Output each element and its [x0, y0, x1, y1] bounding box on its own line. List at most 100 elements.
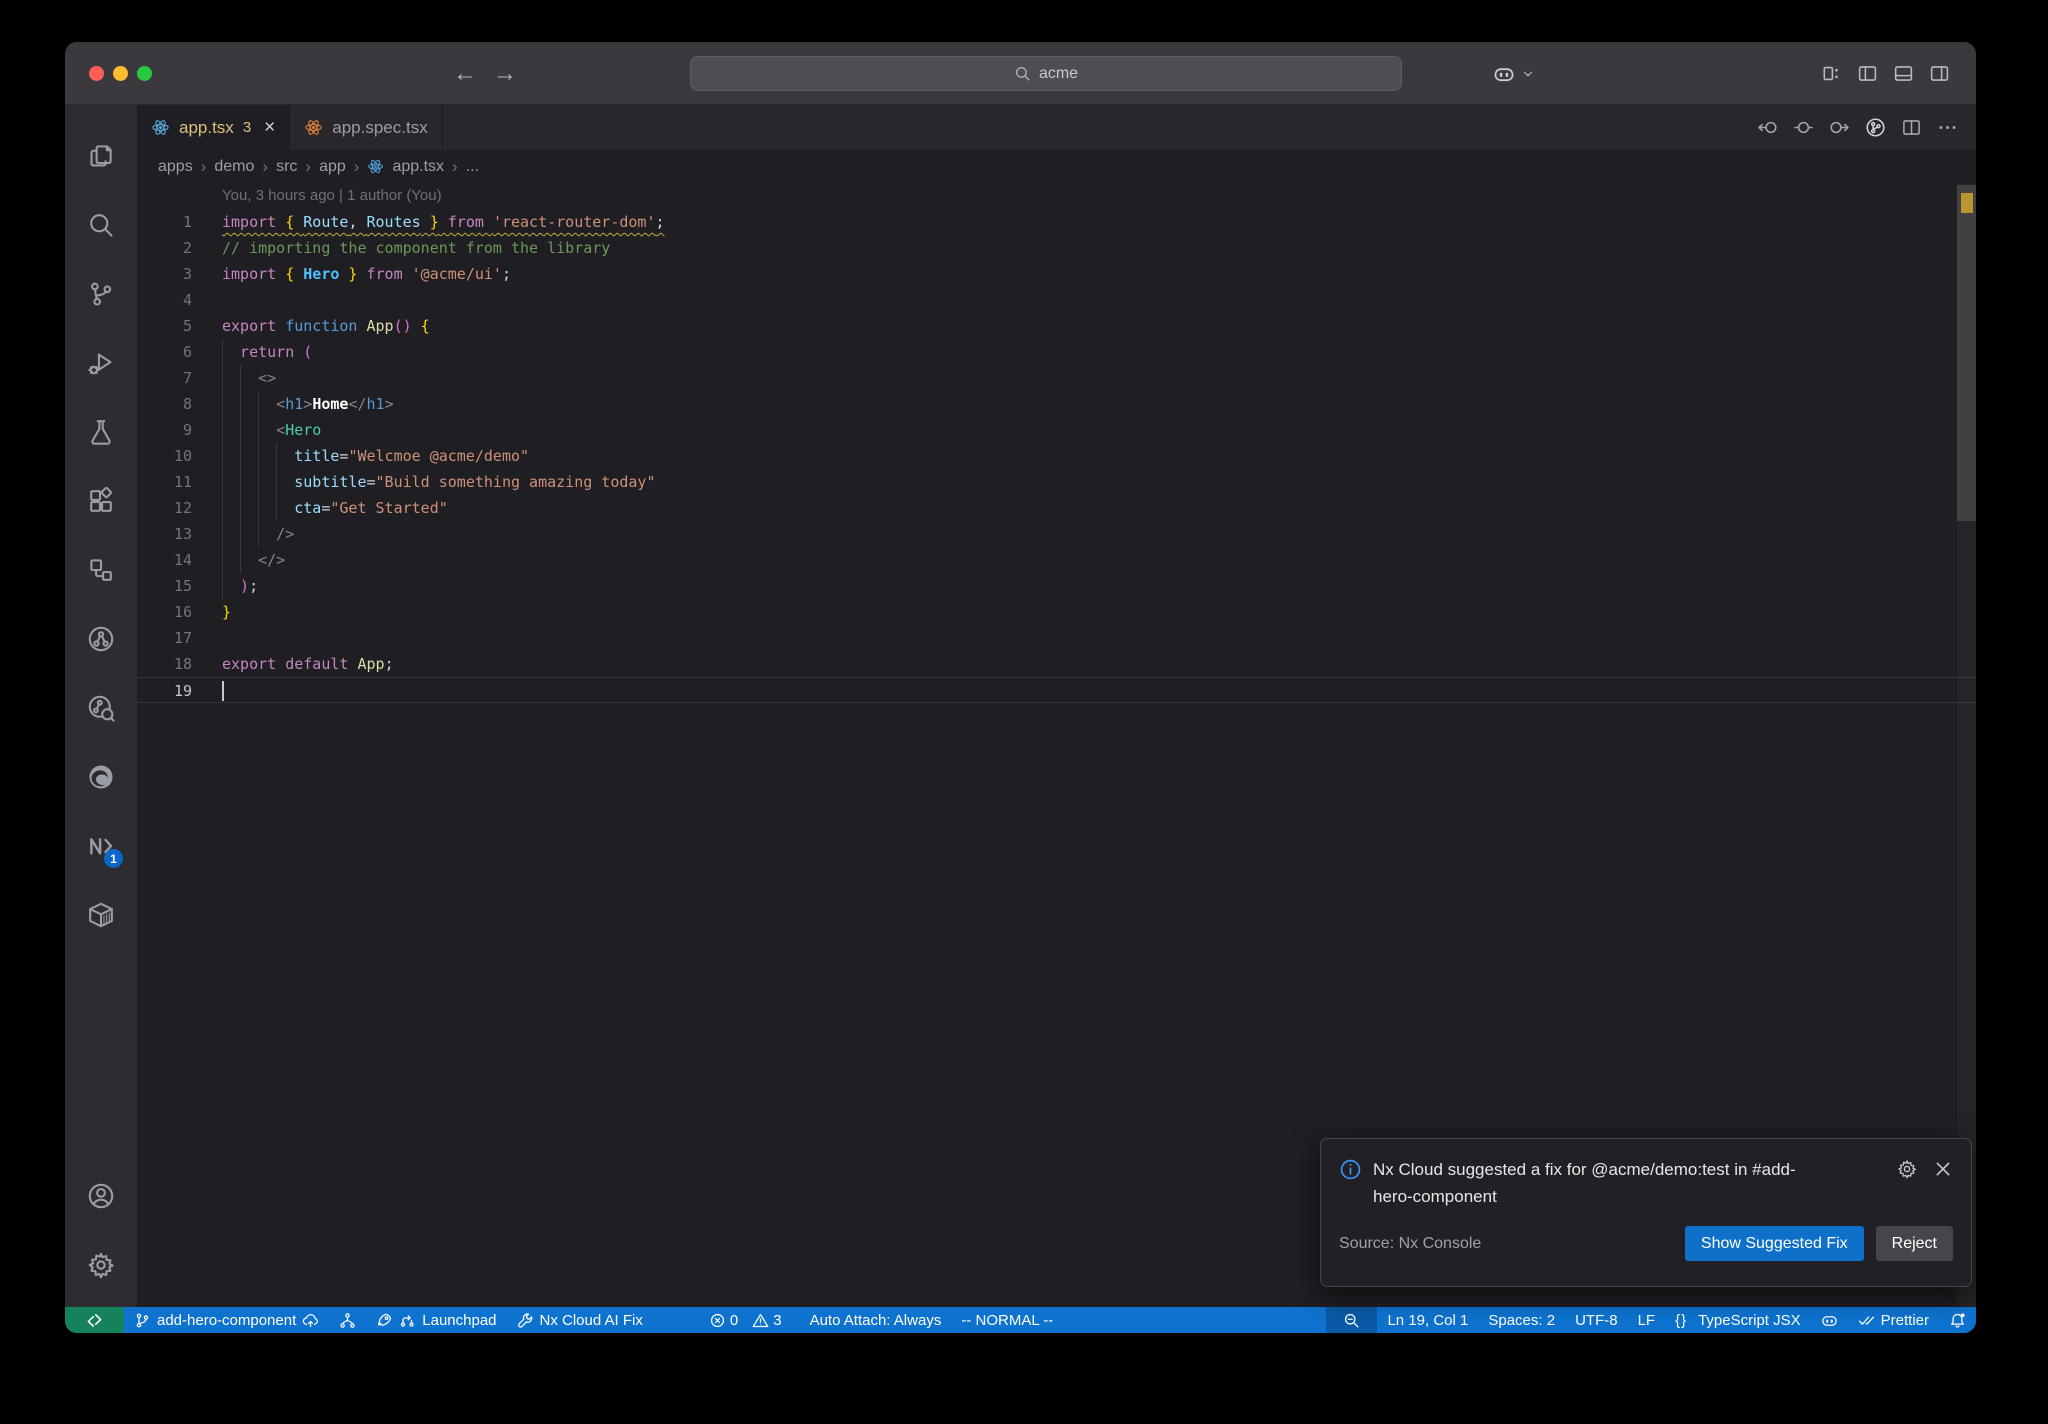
- code-line[interactable]: 9 <Hero: [137, 417, 1976, 443]
- code-line[interactable]: 3 import { Hero } from '@acme/ui';: [137, 261, 1976, 287]
- status-item-eol[interactable]: LF: [1628, 1307, 1666, 1333]
- line-number[interactable]: 1: [137, 209, 222, 235]
- line-number[interactable]: 3: [137, 261, 222, 287]
- line-number[interactable]: 19: [137, 678, 222, 702]
- tab-app-spec-tsx[interactable]: app.spec.tsx: [290, 105, 443, 150]
- status-item-cursor-position[interactable]: Ln 19, Col 1: [1377, 1307, 1478, 1333]
- more-actions-icon[interactable]: [1937, 117, 1958, 138]
- activity-bar-item-testing[interactable]: [77, 397, 125, 466]
- status-item-problems[interactable]: 03: [699, 1307, 800, 1333]
- breadcrumb-file[interactable]: app.tsx: [392, 158, 444, 176]
- line-number[interactable]: 17: [137, 625, 222, 651]
- code-line-content[interactable]: <>: [222, 365, 1976, 391]
- code-line[interactable]: 16}: [137, 599, 1976, 625]
- code-line-content[interactable]: [222, 287, 1976, 313]
- reject-button[interactable]: Reject: [1875, 1226, 1953, 1262]
- code-line[interactable]: 13 />: [137, 521, 1976, 547]
- nav-forward-icon[interactable]: [1829, 117, 1850, 138]
- line-number[interactable]: 7: [137, 365, 222, 391]
- breadcrumb-item[interactable]: apps: [158, 158, 193, 176]
- zoom-window-button[interactable]: [137, 66, 152, 81]
- code-line-content[interactable]: }: [222, 599, 1976, 625]
- status-item-copilot-status[interactable]: [1811, 1307, 1848, 1333]
- code-line-content[interactable]: // importing the component from the libr…: [222, 235, 1976, 261]
- line-number[interactable]: 14: [137, 547, 222, 573]
- status-item-nx-cloud-ai-fix[interactable]: Nx Cloud AI Fix: [507, 1307, 653, 1333]
- code-line-content[interactable]: export default App;: [222, 651, 1976, 677]
- activity-bar-item-explorer[interactable]: [77, 121, 125, 190]
- activity-bar-item-project-graph[interactable]: [77, 604, 125, 673]
- activity-bar-item-account[interactable]: [77, 1161, 125, 1230]
- code-line[interactable]: 1 import { Route, Routes } from 'react-ro…: [137, 209, 1976, 235]
- code-line[interactable]: 15 );: [137, 573, 1976, 599]
- status-item-formatter[interactable]: Prettier: [1848, 1307, 1939, 1333]
- status-item-language-mode[interactable]: {} TypeScript JSX: [1665, 1307, 1811, 1333]
- line-number[interactable]: 6: [137, 339, 222, 365]
- code-line-content[interactable]: export function App() {: [222, 313, 1976, 339]
- tab-app-tsx[interactable]: app.tsx 3 ×: [137, 105, 291, 150]
- line-number[interactable]: 11: [137, 469, 222, 495]
- minimize-window-button[interactable]: [113, 66, 128, 81]
- activity-bar-item-run-debug[interactable]: [77, 328, 125, 397]
- code-line-content[interactable]: cta="Get Started": [222, 495, 1976, 521]
- toggle-sidebar-icon[interactable]: [1857, 63, 1878, 84]
- history-back-button[interactable]: ←: [453, 60, 477, 88]
- status-item-commit-graph[interactable]: [329, 1307, 366, 1333]
- code-line-content[interactable]: import { Hero } from '@acme/ui';: [222, 261, 1976, 287]
- code-line[interactable]: 5 export function App() {: [137, 313, 1976, 339]
- code-line[interactable]: 19: [137, 677, 1976, 703]
- activity-bar-item-references[interactable]: [77, 535, 125, 604]
- run-circle-icon[interactable]: [1865, 117, 1886, 138]
- code-line-content[interactable]: </>: [222, 547, 1976, 573]
- code-line[interactable]: 17: [137, 625, 1976, 651]
- breadcrumb-item[interactable]: src: [276, 158, 297, 176]
- code-line-content[interactable]: [222, 678, 1976, 702]
- status-item-git-branch[interactable]: add-hero-component: [124, 1307, 329, 1333]
- nav-current-icon[interactable]: [1793, 117, 1814, 138]
- code-line[interactable]: 18 export default App;: [137, 651, 1976, 677]
- code-line[interactable]: 7 <>: [137, 365, 1976, 391]
- code-line-content[interactable]: subtitle="Build something amazing today": [222, 469, 1976, 495]
- line-number[interactable]: 16: [137, 599, 222, 625]
- status-item-auto-attach[interactable]: Auto Attach: Always: [800, 1307, 952, 1333]
- scrollbar-slider[interactable]: [1957, 185, 1976, 521]
- code-line-content[interactable]: <Hero: [222, 417, 1976, 443]
- breadcrumb-symbol-tail[interactable]: ...: [466, 158, 479, 176]
- activity-bar-item-edge-browser[interactable]: [77, 742, 125, 811]
- show-suggested-fix-button[interactable]: Show Suggested Fix: [1684, 1226, 1864, 1262]
- line-number[interactable]: 8: [137, 391, 222, 417]
- history-forward-button[interactable]: →: [493, 60, 517, 88]
- customize-layout-icon[interactable]: [1821, 63, 1842, 84]
- toggle-secondary-sidebar-icon[interactable]: [1929, 63, 1950, 84]
- breadcrumb-item[interactable]: app: [319, 158, 346, 176]
- code-line[interactable]: 11 subtitle="Build something amazing tod…: [137, 469, 1976, 495]
- activity-bar-item-search[interactable]: [77, 190, 125, 259]
- line-number[interactable]: 5: [137, 313, 222, 339]
- line-number[interactable]: 15: [137, 573, 222, 599]
- code-line-content[interactable]: <h1>Home</h1>: [222, 391, 1976, 417]
- status-item-zoom-level[interactable]: [1326, 1307, 1378, 1333]
- status-item-vim-mode[interactable]: -- NORMAL --: [951, 1307, 1063, 1333]
- line-number[interactable]: 4: [137, 287, 222, 313]
- notification-settings-gear-icon[interactable]: [1897, 1159, 1917, 1179]
- code-line[interactable]: 8 <h1>Home</h1>: [137, 391, 1976, 417]
- git-blame-annotation[interactable]: You, 3 hours ago | 1 author (You): [222, 183, 442, 209]
- line-number[interactable]: 13: [137, 521, 222, 547]
- line-number[interactable]: 10: [137, 443, 222, 469]
- close-tab-icon[interactable]: ×: [264, 117, 275, 139]
- status-item-notifications-bell[interactable]: [1939, 1307, 1976, 1333]
- close-window-button[interactable]: [89, 66, 104, 81]
- code-line[interactable]: 14 </>: [137, 547, 1976, 573]
- status-item-indentation[interactable]: Spaces: 2: [1478, 1307, 1565, 1333]
- command-center-search[interactable]: acme: [690, 56, 1402, 91]
- breadcrumb-item[interactable]: demo: [214, 158, 254, 176]
- toggle-panel-icon[interactable]: [1893, 63, 1914, 84]
- code-line[interactable]: 12 cta="Get Started": [137, 495, 1976, 521]
- code-line-content[interactable]: title="Welcmoe @acme/demo": [222, 443, 1976, 469]
- copilot-menu[interactable]: [1493, 42, 1535, 105]
- activity-bar-item-graph-search[interactable]: [77, 673, 125, 742]
- code-line-content[interactable]: return (: [222, 339, 1976, 365]
- activity-bar-item-extensions[interactable]: [77, 466, 125, 535]
- status-item-launchpad[interactable]: Launchpad: [366, 1307, 506, 1333]
- code-line-content[interactable]: import { Route, Routes } from 'react-rou…: [222, 209, 1976, 235]
